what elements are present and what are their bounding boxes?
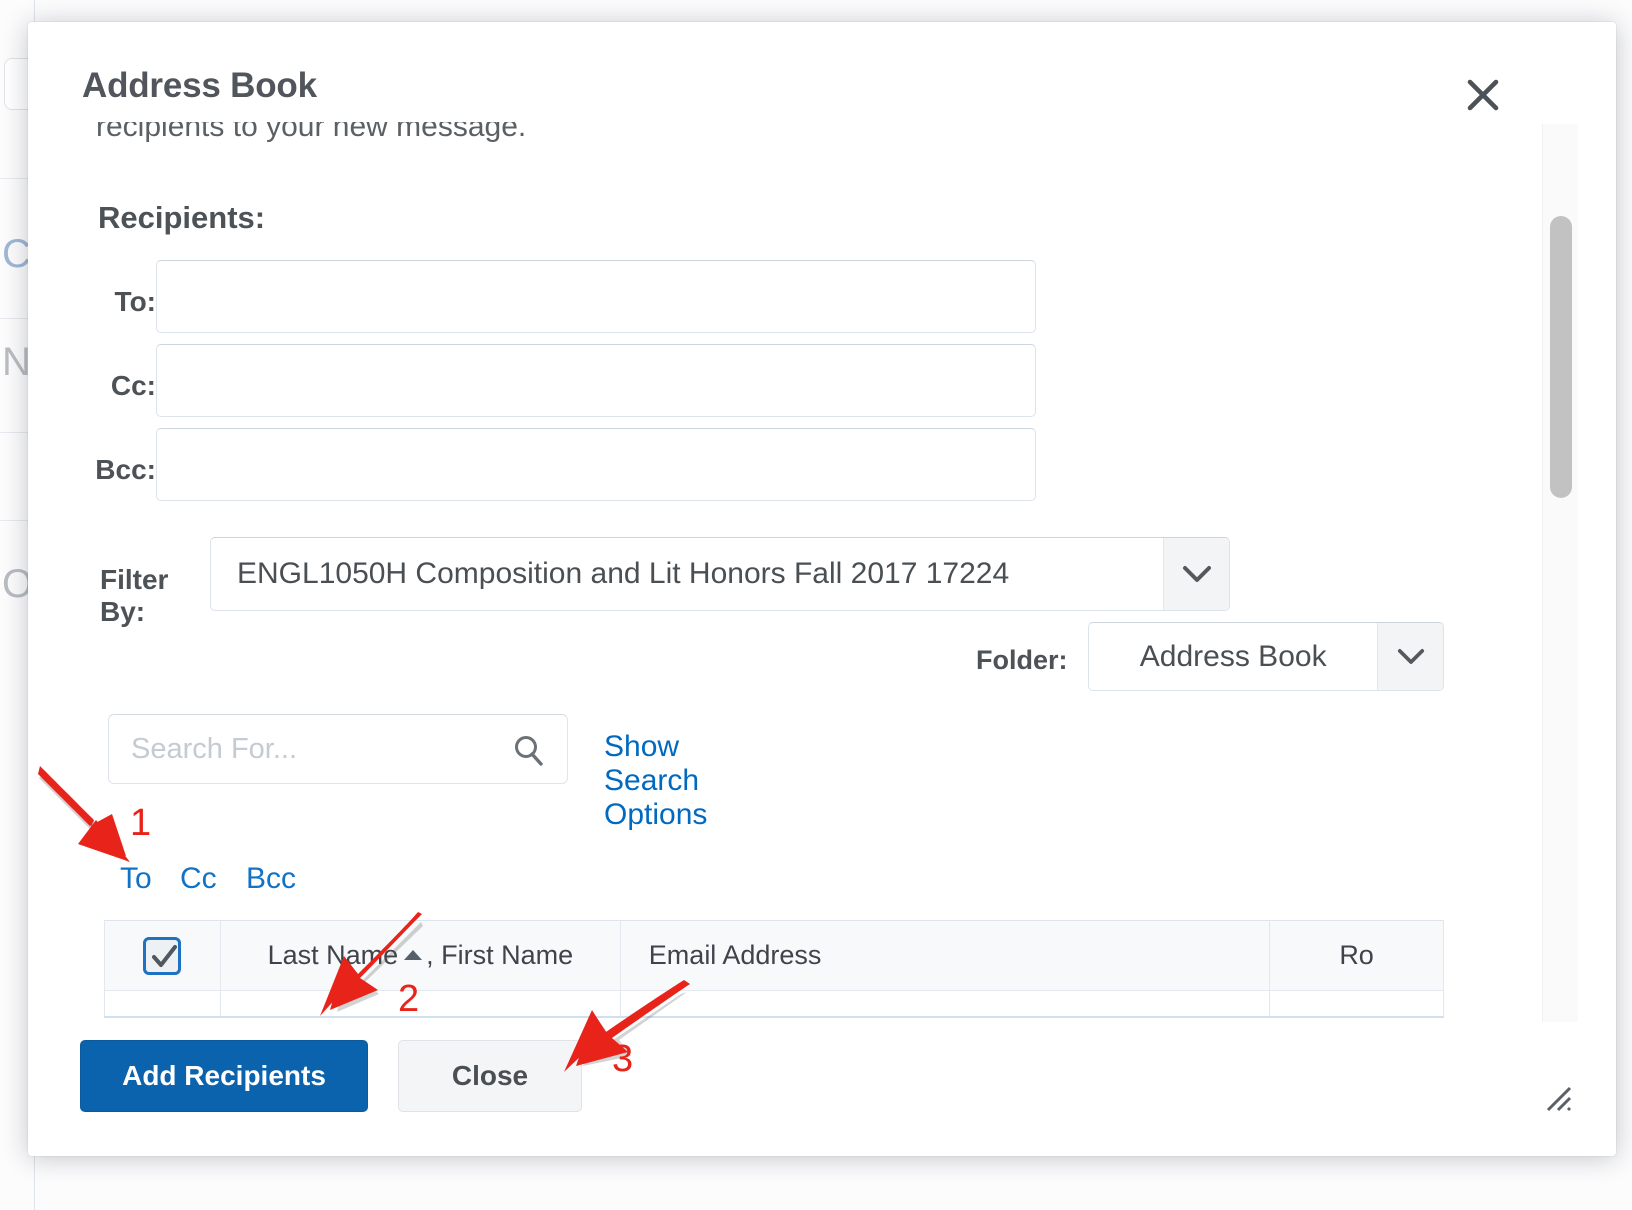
show-search-options-link[interactable]: Show Search Options [604, 730, 707, 832]
address-book-dialog: recipients to your new message. Recipien… [28, 22, 1616, 1156]
dialog-content: recipients to your new message. Recipien… [28, 122, 1616, 1022]
recipient-row-to: To: [28, 260, 1128, 346]
recipient-row-bcc: Bcc: [28, 428, 1128, 514]
tab-link-cc[interactable]: Cc [180, 862, 217, 896]
dialog-header: Address Book [28, 22, 1616, 122]
close-icon[interactable] [1460, 72, 1506, 118]
annotation-number-1: 1 [130, 802, 151, 845]
checkmark-icon [149, 942, 179, 972]
dialog-scroll-area[interactable]: recipients to your new message. Recipien… [28, 122, 1616, 1022]
table-header-select-all[interactable] [105, 921, 221, 991]
table-cell [105, 991, 221, 1017]
scrollbar-thumb[interactable] [1550, 216, 1572, 498]
filter-by-value: ENGL1050H Composition and Lit Honors Fal… [211, 538, 1163, 610]
tab-link-bcc[interactable]: Bcc [246, 862, 296, 896]
folder-select[interactable]: Address Book [1088, 622, 1444, 691]
bcc-field-label: Bcc: [28, 454, 156, 486]
chevron-down-icon [1377, 623, 1443, 690]
table-header-last-name-label: Last Name [268, 940, 399, 970]
table-row[interactable] [105, 991, 1444, 1017]
chevron-down-icon [1163, 538, 1229, 610]
dialog-footer: Add Recipients Close [28, 1022, 1616, 1156]
filter-by-label: Filter By: [100, 564, 168, 628]
annotation-number-3: 3 [612, 1038, 633, 1081]
recipients-heading: Recipients: [98, 200, 265, 236]
tab-link-to[interactable]: To [120, 862, 152, 896]
search-box [108, 714, 568, 784]
folder-value: Address Book [1089, 623, 1377, 690]
intro-text: recipients to your new message. [96, 122, 526, 144]
select-all-checkbox[interactable] [143, 937, 181, 975]
dialog-title: Address Book [82, 66, 317, 106]
search-input[interactable] [109, 715, 499, 783]
recipients-table: Last Name , First Name Email Address Ro [104, 920, 1444, 1018]
table-header-first-name-label: , First Name [426, 940, 573, 970]
to-input[interactable] [156, 260, 1036, 333]
close-button[interactable]: Close [398, 1040, 582, 1112]
filter-by-select[interactable]: ENGL1050H Composition and Lit Honors Fal… [210, 537, 1230, 611]
table-header-email[interactable]: Email Address [620, 921, 1269, 991]
cc-input[interactable] [156, 344, 1036, 417]
add-recipients-button[interactable]: Add Recipients [80, 1040, 368, 1112]
table-cell [620, 991, 1269, 1017]
table-header-name[interactable]: Last Name , First Name [220, 921, 620, 991]
table-header-row: Last Name , First Name Email Address Ro [105, 921, 1444, 991]
cc-field-label: Cc: [28, 370, 156, 402]
table-cell [220, 991, 620, 1017]
search-icon[interactable] [507, 729, 551, 773]
bcc-input[interactable] [156, 428, 1036, 501]
folder-label: Folder: [976, 645, 1068, 676]
recipient-row-cc: Cc: [28, 344, 1128, 430]
to-field-label: To: [28, 286, 156, 318]
resize-grip-icon[interactable] [1540, 1080, 1574, 1114]
table-cell [1270, 991, 1444, 1017]
annotation-number-2: 2 [398, 978, 419, 1021]
sort-ascending-icon [404, 950, 422, 960]
dialog-vertical-scrollbar[interactable] [1542, 124, 1578, 1022]
table-header-role[interactable]: Ro [1270, 921, 1444, 991]
screen-root: C NO O recipients to your new message. R… [0, 0, 1632, 1210]
